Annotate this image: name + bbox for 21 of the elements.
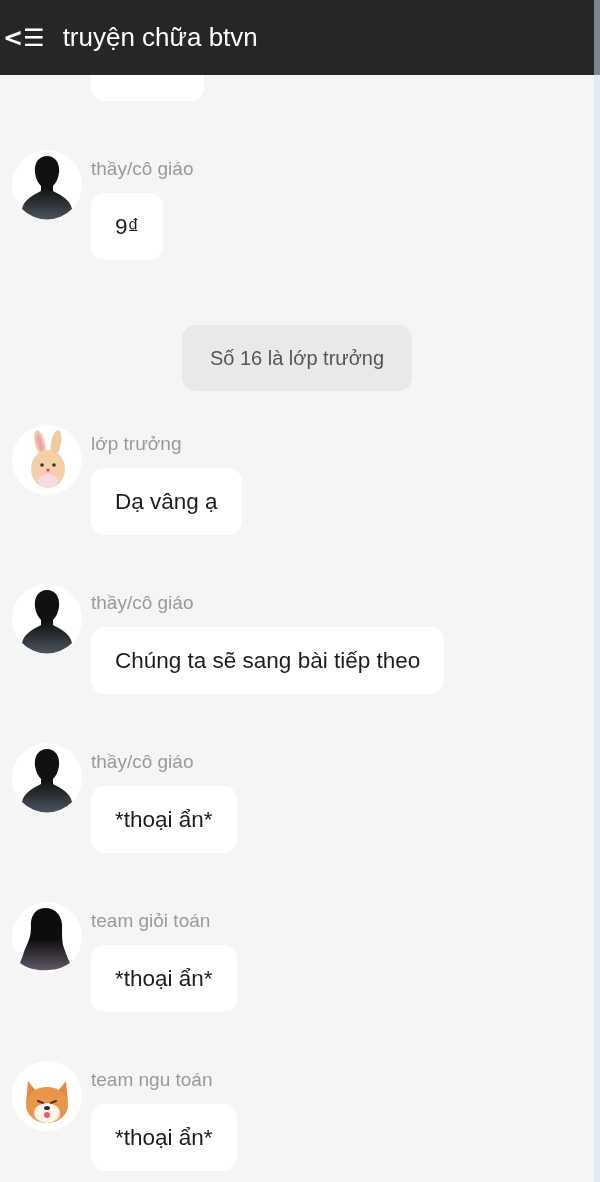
sender-name: thầy/cô giáo [91, 157, 194, 181]
message-bubble: *thoại ẩn* [91, 786, 237, 853]
message-bubble: 9₫ [91, 193, 164, 260]
sender-name: thầy/cô giáo [91, 591, 195, 615]
message-bubble: *thoại ẩn* [91, 1104, 237, 1171]
person-silhouette-icon[interactable] [12, 743, 82, 813]
sender-name: lớp trưởng [91, 432, 183, 456]
sender-name: team ngu toán [91, 1068, 214, 1092]
sender-name: thầy/cô giáo [91, 750, 195, 774]
long-hair-silhouette-icon[interactable] [12, 902, 82, 972]
chat-title: truyện chữa btvn [62, 22, 258, 53]
back-button[interactable]: <☰ [3, 25, 45, 50]
person-silhouette-icon[interactable] [12, 584, 82, 654]
scrollbar-thumb[interactable] [594, 0, 600, 75]
message-bubble: Chúng ta sẽ sang bài tiếp theo [91, 627, 445, 694]
message-bubble: *thoại ẩn* [91, 945, 237, 1012]
sender-name: team giỏi toán [91, 909, 212, 933]
message-bubble: Dạ vâng ạ [91, 468, 242, 535]
system-notice: Số 16 là lớp trưởng [181, 325, 413, 391]
person-silhouette-icon[interactable] [12, 150, 82, 220]
dog-icon[interactable] [12, 1061, 82, 1131]
